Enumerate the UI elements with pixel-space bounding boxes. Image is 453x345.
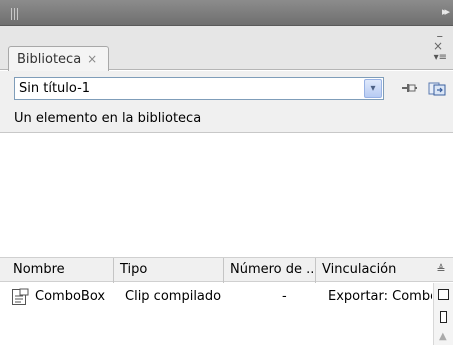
chevron-down-icon[interactable]: ▾ [364, 79, 382, 98]
scroll-up-icon[interactable]: ▲ [439, 331, 447, 342]
column-header-nombre[interactable]: Nombre [13, 258, 111, 283]
drag-grip-icon[interactable] [11, 8, 18, 20]
row-type: Clip compilado [125, 289, 222, 304]
column-header-vinculacion[interactable]: Vinculación [315, 258, 425, 283]
table-row[interactable]: ComboBox Clip compilado - Exportar: Comb… [0, 283, 432, 311]
tab-label: Biblioteca [17, 51, 82, 67]
pin-icon[interactable] [400, 81, 418, 97]
scrollbar[interactable]: ▲ [433, 283, 453, 345]
tab-close-icon[interactable]: × [87, 52, 97, 66]
panel-title-bar[interactable]: ▸▸ [0, 0, 453, 26]
library-status: Un elemento en la biblioteca [0, 107, 453, 133]
row-use-count: - [282, 289, 287, 304]
close-panel-icon[interactable]: × [433, 39, 443, 53]
new-library-panel-icon[interactable] [428, 81, 446, 97]
row-name: ComboBox [35, 289, 106, 304]
tab-strip: Biblioteca × – × ▾≡ [0, 26, 453, 71]
wide-view-icon[interactable] [438, 289, 449, 300]
compiled-clip-icon [12, 288, 29, 305]
document-row: Sin título-1 ▾ [0, 71, 453, 107]
document-select-value: Sin título-1 [19, 81, 91, 96]
preview-area [0, 134, 453, 257]
panel-menu-icon[interactable]: ▾≡ [434, 52, 447, 63]
sort-order-icon[interactable]: ≜ [433, 261, 449, 279]
document-select[interactable]: Sin título-1 ▾ [14, 77, 384, 100]
column-header-numero[interactable]: Número de ... [223, 258, 313, 283]
column-header-row: Nombre Tipo Número de ... Vinculación ≜ [0, 257, 453, 283]
collapse-panel-icon[interactable]: ▸▸ [442, 5, 450, 18]
row-linkage: Exportar: Combo [328, 289, 432, 304]
tab-biblioteca[interactable]: Biblioteca × [8, 46, 109, 71]
narrow-view-icon[interactable] [440, 311, 447, 323]
column-header-tipo[interactable]: Tipo [113, 258, 221, 283]
